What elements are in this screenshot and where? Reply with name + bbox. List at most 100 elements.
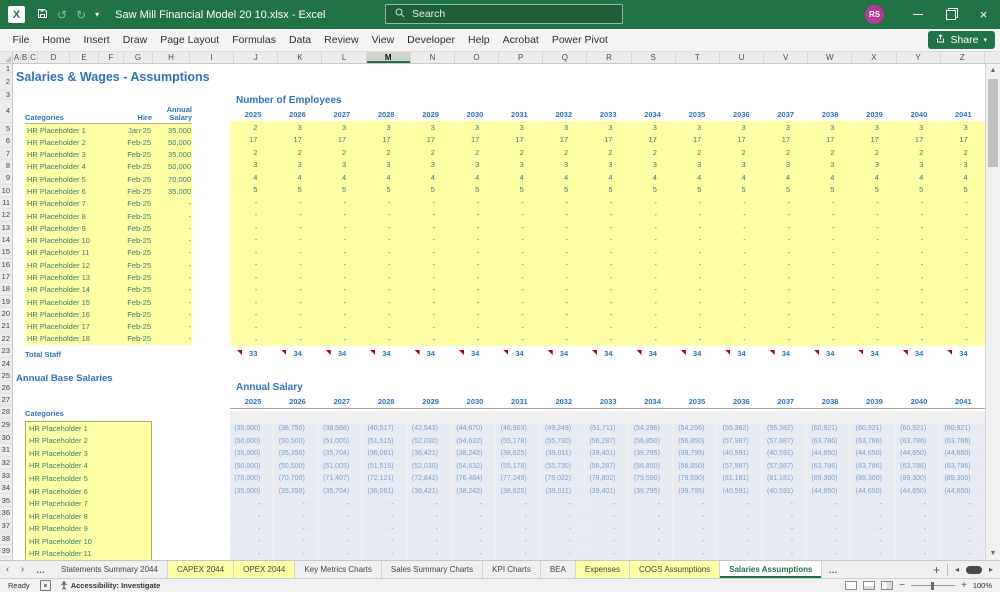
row-header-30[interactable]: 30 (0, 432, 12, 445)
employee-empty-cell[interactable]: - (274, 234, 318, 247)
employee-cell[interactable]: 2 (363, 146, 407, 159)
employee-row[interactable]: 23333333333333333 (230, 121, 985, 134)
employee-empty-cell[interactable]: - (408, 334, 452, 347)
staff-row[interactable]: HR Placeholder 5 Feb-25 70,000 (25, 173, 192, 185)
employee-empty-cell[interactable]: - (940, 284, 984, 297)
column-header-U[interactable]: U (720, 52, 765, 63)
salary-empty-cell[interactable]: - (540, 510, 586, 524)
employee-cell[interactable]: 3 (807, 121, 851, 134)
salary-cell[interactable]: (42,543) (407, 423, 452, 436)
salary-cell[interactable]: (51,711) (585, 423, 630, 436)
employee-row[interactable]: 33333333333333333 (230, 159, 985, 172)
employee-cell[interactable]: 2 (585, 146, 629, 159)
salary-empty-cell[interactable]: - (762, 535, 808, 549)
row-header-19[interactable]: 19 (0, 296, 12, 308)
employee-empty-cell[interactable]: - (718, 284, 762, 297)
salary-empty-cell[interactable]: - (673, 510, 719, 524)
select-all-corner[interactable] (0, 52, 13, 63)
salary-cell[interactable]: (70,700) (274, 473, 319, 486)
staff-row[interactable]: HR Placeholder 13 Feb-25- (25, 271, 192, 283)
number-of-employees-heading[interactable]: Number of Employees (236, 95, 342, 106)
staff-category-cell[interactable]: HR Placeholder 4 (25, 162, 119, 171)
salary-cell[interactable]: (36,421) (407, 485, 452, 499)
employee-empty-cell[interactable]: - (940, 196, 984, 209)
row-header-1[interactable]: 1 (0, 64, 12, 73)
employee-empty-cell[interactable]: - (408, 209, 452, 222)
salary-empty-cell[interactable]: - (940, 510, 985, 524)
ribbon-tab-page-layout[interactable]: Page Layout (154, 29, 226, 51)
employee-empty-cell[interactable]: - (807, 271, 851, 284)
sheet-tab-sales-summary-charts[interactable]: Sales Summary Charts (382, 561, 484, 578)
employee-cell[interactable]: 17 (452, 134, 496, 147)
total-staff-cell[interactable]: 34 (763, 347, 807, 360)
salary-empty-cell[interactable]: - (940, 535, 985, 549)
salary-empty-row[interactable]: ----------------- (230, 523, 985, 536)
employee-empty-cell[interactable]: - (496, 221, 540, 234)
employee-empty-cell[interactable]: - (541, 271, 585, 284)
employee-cell[interactable]: 4 (718, 171, 762, 184)
salary-cell[interactable]: (55,178) (496, 460, 541, 474)
employee-empty-cell[interactable]: - (718, 259, 762, 272)
year-header-2038[interactable]: 2038 (807, 108, 851, 121)
employee-cell[interactable]: 2 (408, 146, 452, 159)
salary-cell[interactable]: (35,000) (230, 485, 275, 499)
salary-cell[interactable]: (35,000) (230, 423, 275, 436)
staff-row[interactable]: HR Placeholder 18 Feb-25- (25, 333, 192, 345)
employee-empty-cell[interactable]: - (541, 334, 585, 347)
salary-cell[interactable]: (44,650) (895, 448, 941, 461)
salary-cell[interactable]: (56,287) (585, 435, 630, 449)
salary-empty-cell[interactable]: - (230, 510, 275, 524)
salary-cell[interactable]: (35,350) (274, 448, 319, 461)
employee-empty-cell[interactable]: - (807, 296, 851, 309)
undo-icon[interactable]: ↺ (57, 9, 67, 21)
employee-empty-cell[interactable]: - (452, 246, 496, 259)
employee-empty-cell[interactable]: - (585, 334, 629, 347)
employee-empty-cell[interactable]: - (674, 296, 718, 309)
row-header-29[interactable]: 29 (0, 419, 12, 432)
page-title[interactable]: Salaries & Wages - Assumptions (16, 70, 210, 84)
hscroll-left-icon[interactable]: ◂ (955, 565, 959, 574)
employee-empty-cell[interactable]: - (541, 259, 585, 272)
base-salary-row[interactable]: HR Placeholder 4 (26, 460, 151, 473)
employee-empty-cell[interactable]: - (630, 334, 674, 347)
column-header-J[interactable]: J (234, 52, 279, 63)
employee-cell[interactable]: 4 (452, 171, 496, 184)
staff-hire-cell[interactable]: Feb-25 (119, 298, 151, 307)
ribbon-tab-review[interactable]: Review (318, 29, 365, 51)
employee-cell[interactable]: 2 (274, 146, 318, 159)
employee-cell[interactable]: 5 (585, 184, 629, 197)
salary-empty-cell[interactable]: - (585, 548, 630, 560)
employee-empty-cell[interactable]: - (763, 196, 807, 209)
staff-salary-cell[interactable]: 70,000 (151, 175, 192, 184)
salary-cell[interactable]: (55,382) (762, 423, 808, 436)
salary-empty-cell[interactable]: - (585, 535, 630, 549)
employee-cell[interactable]: 17 (274, 134, 318, 147)
salary-cell[interactable]: (77,249) (496, 473, 541, 486)
row-header-5[interactable]: 5 (0, 123, 12, 136)
employee-empty-cell[interactable]: - (319, 271, 363, 284)
row-header-37[interactable]: 37 (0, 520, 12, 533)
employee-empty-cell[interactable]: - (718, 246, 762, 259)
ribbon-tab-help[interactable]: Help (462, 29, 497, 51)
salary-empty-cell[interactable]: - (274, 548, 319, 560)
employee-empty-cell[interactable]: - (896, 246, 940, 259)
salary-cell[interactable]: (89,300) (940, 473, 985, 486)
salary-cell[interactable]: (60,921) (895, 423, 941, 436)
salary-cell[interactable]: (39,795) (673, 485, 719, 499)
sheet-tab-expenses[interactable]: Expenses (575, 561, 630, 578)
employee-empty-cell[interactable]: - (851, 296, 895, 309)
employee-empty-cell[interactable]: - (408, 259, 452, 272)
row-header-28[interactable]: 28 (0, 406, 12, 419)
employee-cell[interactable]: 5 (274, 184, 318, 197)
salary-cell[interactable]: (56,850) (629, 460, 674, 474)
employee-empty-row[interactable]: ----------------- (230, 259, 985, 272)
row-header-24[interactable]: 24 (0, 358, 12, 370)
employee-empty-cell[interactable]: - (585, 296, 629, 309)
staff-hire-cell[interactable]: Feb-25 (119, 334, 151, 343)
share-button[interactable]: Share ▾ (928, 31, 995, 49)
employee-cell[interactable]: 5 (319, 184, 363, 197)
salary-cell[interactable]: (50,000) (230, 460, 275, 474)
salary-cell[interactable]: (39,011) (540, 448, 586, 461)
employee-cell[interactable]: 3 (940, 159, 984, 172)
employee-empty-cell[interactable]: - (496, 284, 540, 297)
